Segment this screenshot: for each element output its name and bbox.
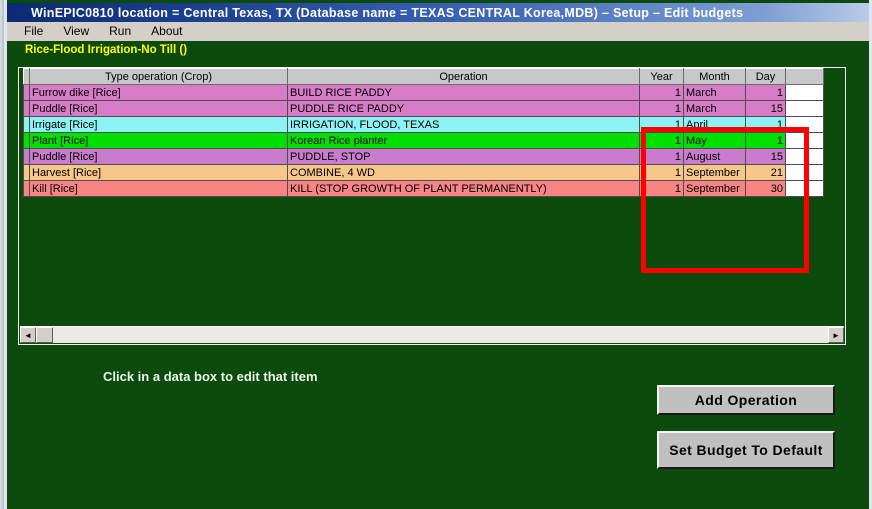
- cell-year[interactable]: 1: [639, 116, 684, 133]
- column-header-type-operation[interactable]: Type operation (Crop): [29, 68, 288, 85]
- cell-type-operation[interactable]: Furrow dike [Rice]: [29, 84, 288, 101]
- scrollbar-thumb[interactable]: [36, 327, 53, 343]
- cell-operation[interactable]: PUDDLE RICE PADDY: [287, 100, 640, 117]
- table-header-row: Type operation (Crop) Operation Year Mon…: [23, 68, 824, 85]
- table-row[interactable]: Irrigate [Rice] IRRIGATION, FLOOD, TEXAS 1…: [23, 116, 824, 133]
- cell-month[interactable]: April: [683, 116, 746, 133]
- cell-month[interactable]: September: [683, 180, 746, 197]
- cell-operation[interactable]: PUDDLE, STOP: [287, 148, 640, 165]
- budget-name-label: Rice-Flood Irrigation-No Till (): [25, 44, 188, 56]
- scroll-right-arrow-icon[interactable]: ►: [828, 327, 844, 343]
- cell-month[interactable]: March: [683, 84, 746, 101]
- cell-year[interactable]: 1: [639, 100, 684, 117]
- client-area: Rice-Flood Irrigation-No Till () Type op…: [7, 41, 869, 506]
- cell-year[interactable]: 1: [639, 132, 684, 149]
- cell-spare[interactable]: [785, 84, 824, 101]
- cell-month[interactable]: May: [683, 132, 746, 149]
- cell-year[interactable]: 1: [639, 180, 684, 197]
- menu-item-view[interactable]: View: [54, 23, 98, 40]
- scroll-left-arrow-icon[interactable]: ◄: [20, 327, 36, 343]
- cell-spare[interactable]: [785, 100, 824, 117]
- budget-grid-panel: Type operation (Crop) Operation Year Mon…: [18, 67, 846, 345]
- budget-grid-scroll-region[interactable]: Type operation (Crop) Operation Year Mon…: [19, 68, 845, 326]
- application-window: WinEPIC0810 location = Central Texas, TX…: [0, 0, 872, 509]
- cell-year[interactable]: 1: [639, 84, 684, 101]
- cell-day[interactable]: 1: [745, 84, 786, 101]
- cell-type-operation[interactable]: Harvest [Rice]: [29, 164, 288, 181]
- table-row[interactable]: Harvest [Rice] COMBINE, 4 WD 1 September 21: [23, 164, 824, 181]
- window-title: WinEPIC0810 location = Central Texas, TX…: [31, 5, 744, 20]
- table-row[interactable]: Puddle [Rice] PUDDLE, STOP 1 August 15: [23, 148, 824, 165]
- cell-spare[interactable]: [785, 132, 824, 149]
- column-header-spare[interactable]: [785, 68, 824, 85]
- cell-day[interactable]: 15: [745, 100, 786, 117]
- table-row[interactable]: Kill [Rice] KILL (STOP GROWTH OF PLANT PE…: [23, 180, 824, 197]
- cell-day[interactable]: 15: [745, 148, 786, 165]
- column-header-day[interactable]: Day: [745, 68, 786, 85]
- column-header-operation[interactable]: Operation: [287, 68, 640, 85]
- add-operation-button[interactable]: Add Operation: [657, 385, 835, 415]
- menu-item-run[interactable]: Run: [100, 23, 140, 40]
- cell-type-operation[interactable]: Irrigate [Rice]: [29, 116, 288, 133]
- column-header-month[interactable]: Month: [683, 68, 746, 85]
- cell-operation[interactable]: KILL (STOP GROWTH OF PLANT PERMANENTLY): [287, 180, 640, 197]
- menu-bar: File View Run About: [7, 22, 869, 42]
- cell-operation[interactable]: BUILD RICE PADDY: [287, 84, 640, 101]
- cell-spare[interactable]: [785, 116, 824, 133]
- horizontal-scrollbar[interactable]: ◄ ►: [20, 326, 844, 343]
- cell-type-operation[interactable]: Plant [Rice]: [29, 132, 288, 149]
- cell-month[interactable]: September: [683, 164, 746, 181]
- cell-month[interactable]: March: [683, 100, 746, 117]
- table-row[interactable]: Furrow dike [Rice] BUILD RICE PADDY 1 March…: [23, 84, 824, 101]
- menu-item-about[interactable]: About: [142, 23, 191, 40]
- cell-type-operation[interactable]: Kill [Rice]: [29, 180, 288, 197]
- title-bar: WinEPIC0810 location = Central Texas, TX…: [7, 3, 869, 22]
- cell-type-operation[interactable]: Puddle [Rice]: [29, 100, 288, 117]
- table-row[interactable]: Plant [Rice] Korean Rice planter 1 May 1: [23, 132, 824, 149]
- budget-operations-table[interactable]: Type operation (Crop) Operation Year Mon…: [23, 68, 824, 197]
- cell-day[interactable]: 1: [745, 116, 786, 133]
- scrollbar-track[interactable]: [53, 327, 828, 343]
- cell-day[interactable]: 1: [745, 132, 786, 149]
- table-body: Furrow dike [Rice] BUILD RICE PADDY 1 March…: [23, 84, 824, 197]
- cell-spare[interactable]: [785, 148, 824, 165]
- menu-item-file[interactable]: File: [15, 23, 52, 40]
- cell-operation[interactable]: IRRIGATION, FLOOD, TEXAS: [287, 116, 640, 133]
- window-left-edge: [0, 0, 7, 509]
- cell-type-operation[interactable]: Puddle [Rice]: [29, 148, 288, 165]
- cell-operation[interactable]: Korean Rice planter: [287, 132, 640, 149]
- cell-year[interactable]: 1: [639, 148, 684, 165]
- cell-month[interactable]: August: [683, 148, 746, 165]
- cell-spare[interactable]: [785, 180, 824, 197]
- cell-day[interactable]: 21: [745, 164, 786, 181]
- column-header-year[interactable]: Year: [639, 68, 684, 85]
- edit-hint-text: Click in a data box to edit that item: [103, 369, 318, 384]
- set-budget-to-default-button[interactable]: Set Budget To Default: [657, 431, 835, 469]
- cell-day[interactable]: 30: [745, 180, 786, 197]
- cell-operation[interactable]: COMBINE, 4 WD: [287, 164, 640, 181]
- cell-year[interactable]: 1: [639, 164, 684, 181]
- cell-spare[interactable]: [785, 164, 824, 181]
- table-row[interactable]: Puddle [Rice] PUDDLE RICE PADDY 1 March 15: [23, 100, 824, 117]
